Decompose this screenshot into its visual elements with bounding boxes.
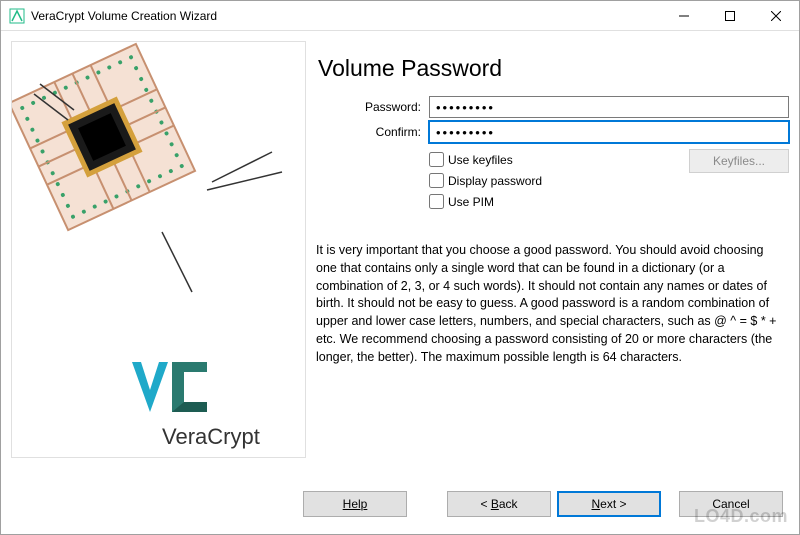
titlebar: VeraCrypt Volume Creation Wizard — [1, 1, 799, 31]
use-pim-checkbox[interactable] — [429, 194, 444, 209]
display-password-checkbox[interactable] — [429, 173, 444, 188]
password-guidance-text: It is very important that you choose a g… — [316, 242, 789, 366]
next-button[interactable]: Next > — [557, 491, 661, 517]
confirm-row: Confirm: — [316, 121, 789, 143]
password-label: Password: — [316, 100, 429, 114]
options-group: Use keyfiles Display password Use PIM Ke… — [429, 149, 789, 212]
keyfiles-button: Keyfiles... — [689, 149, 789, 173]
wizard-window: VeraCrypt Volume Creation Wizard — [0, 0, 800, 535]
display-password-label: Display password — [448, 174, 542, 188]
confirm-label: Confirm: — [316, 125, 429, 139]
sidebar-brand-text: VeraCrypt — [162, 424, 260, 449]
maximize-button[interactable] — [707, 1, 753, 31]
minimize-button[interactable] — [661, 1, 707, 31]
help-button[interactable]: Help — [303, 491, 407, 517]
back-button[interactable]: < Back — [447, 491, 551, 517]
content-area: VeraCrypt Volume Password Password: Conf… — [1, 31, 799, 474]
use-pim-label: Use PIM — [448, 195, 494, 209]
use-keyfiles-checkbox[interactable] — [429, 152, 444, 167]
confirm-input[interactable] — [429, 121, 789, 143]
wizard-sidebar-image: VeraCrypt — [11, 41, 306, 458]
close-button[interactable] — [753, 1, 799, 31]
page-title: Volume Password — [318, 55, 789, 82]
cancel-button[interactable]: Cancel — [679, 491, 783, 517]
use-keyfiles-label: Use keyfiles — [448, 153, 513, 167]
password-row: Password: — [316, 96, 789, 118]
wizard-footer: Help < Back Next > Cancel — [1, 474, 799, 534]
password-input[interactable] — [429, 96, 789, 118]
app-icon — [9, 8, 25, 24]
window-title: VeraCrypt Volume Creation Wizard — [31, 9, 217, 23]
main-panel: Volume Password Password: Confirm: Use k… — [316, 41, 789, 474]
